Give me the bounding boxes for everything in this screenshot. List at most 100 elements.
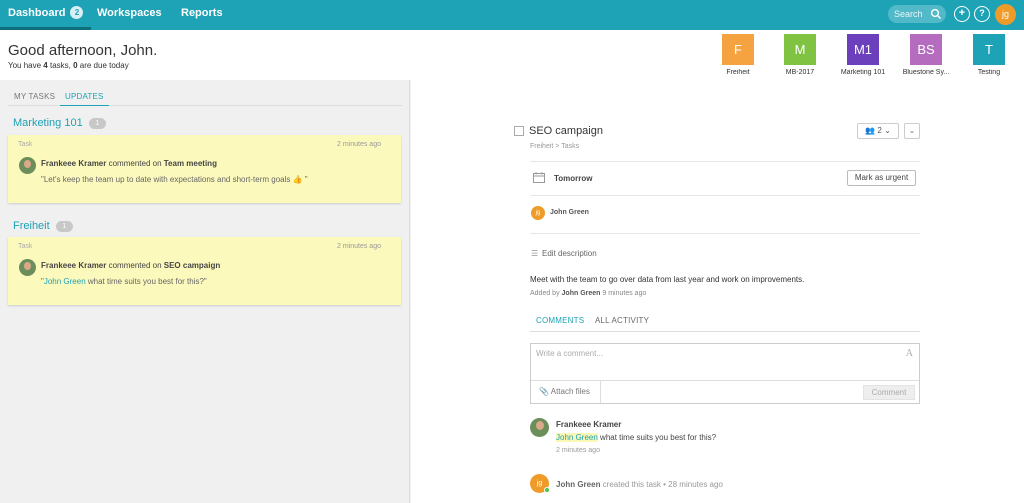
card-action: commented on	[106, 261, 164, 270]
search-box[interactable]	[888, 5, 946, 23]
members-icon: 👥	[865, 126, 876, 135]
card-mention[interactable]: John Green	[44, 277, 86, 286]
members-button[interactable]: 👥 2 ⌄	[857, 123, 899, 139]
added-prefix: Added by	[530, 290, 562, 297]
updates-panel: MY TASKS UPDATES Marketing 101 1 Task 2 m…	[0, 80, 410, 503]
add-icon[interactable]: +	[954, 6, 970, 22]
top-nav-bar: Dashboard 2 Workspaces Reports + ? jg	[0, 0, 1024, 30]
comment-author[interactable]: Frankeee Kramer	[556, 420, 621, 429]
mark-urgent-button[interactable]: Mark as urgent	[847, 170, 916, 186]
workspace-tile[interactable]: F Freiheit	[706, 34, 770, 76]
attach-files-button[interactable]: 📎 Attach files	[531, 381, 601, 403]
card-type: Task	[18, 141, 33, 148]
comment-composer: A 📎 Attach files Comment	[530, 343, 920, 404]
divider	[530, 195, 920, 196]
more-options-button[interactable]: ⌄	[904, 123, 920, 139]
greeting-subtitle: You have 4 tasks, 0 are due today	[8, 61, 129, 70]
card-headline: Frankeee Kramer commented on SEO campaig…	[41, 261, 220, 270]
activity-author[interactable]: John Green	[556, 480, 600, 489]
workspace-initials: BS	[910, 34, 942, 65]
workspace-initials: M	[784, 34, 816, 65]
edit-description-link[interactable]: Edit description	[542, 249, 597, 258]
divider	[530, 331, 920, 332]
subtitle-prefix: You have	[8, 61, 44, 70]
added-by-user: John Green	[561, 290, 601, 297]
group-title[interactable]: Freiheit 1	[13, 220, 73, 232]
chevron-down-icon: ⌄	[908, 126, 916, 135]
workspace-initials: F	[722, 34, 754, 65]
comment-input[interactable]	[531, 344, 919, 381]
attach-files-label: Attach files	[550, 387, 590, 396]
online-status-icon	[544, 487, 550, 493]
avatar	[530, 418, 549, 437]
search-icon	[930, 8, 941, 19]
card-type: Task	[18, 243, 33, 250]
workspace-initials: M1	[847, 34, 879, 65]
nav-reports[interactable]: Reports	[181, 0, 223, 30]
nav-dashboard[interactable]: Dashboard 2	[0, 0, 92, 30]
workspace-tile[interactable]: M1 Marketing 101	[831, 34, 895, 76]
added-by: Added by John Green 9 minutes ago	[530, 290, 646, 297]
due-date[interactable]: Tomorrow	[554, 174, 593, 183]
assignee-name[interactable]: John Green	[550, 209, 589, 216]
breadcrumb[interactable]: Freiheit > Tasks	[530, 143, 579, 150]
avatar	[19, 157, 36, 174]
card-body: "Let's keep the team up to date with exp…	[41, 175, 308, 184]
group-title[interactable]: Marketing 101 1	[13, 117, 106, 129]
help-icon[interactable]: ?	[974, 6, 990, 22]
user-avatar[interactable]: jg	[995, 4, 1016, 25]
text-format-icon[interactable]: A	[906, 348, 913, 359]
comment-mention[interactable]: John Green	[556, 433, 598, 442]
card-time: 2 minutes ago	[337, 141, 381, 148]
greeting-bar: Good afternoon, John. You have 4 tasks, …	[0, 30, 1024, 80]
task-title[interactable]: SEO campaign	[529, 125, 603, 137]
nav-workspaces[interactable]: Workspaces	[97, 0, 162, 30]
card-body-text: what time suits you best for this?"	[85, 277, 207, 286]
card-action: commented on	[106, 159, 164, 168]
tab-comments[interactable]: COMMENTS	[530, 316, 591, 332]
task-description: Meet with the team to go over data from …	[530, 275, 805, 284]
task-complete-checkbox[interactable]	[514, 126, 524, 136]
group-name: Freiheit	[13, 220, 50, 232]
chevron-down-icon: ⌄	[884, 126, 891, 135]
nav-dashboard-label: Dashboard	[8, 7, 66, 19]
left-tabs: MY TASKS UPDATES	[8, 88, 402, 106]
card-body: "John Green what time suits you best for…	[41, 277, 207, 286]
workspace-label: Freiheit	[726, 69, 750, 76]
update-card[interactable]: Task 2 minutes ago Frankeee Kramer comme…	[8, 135, 401, 203]
task-detail-panel: SEO campaign 👥 2 ⌄ ⌄ Freiheit > Tasks To…	[411, 80, 1024, 503]
workspace-tile[interactable]: T Testing	[957, 34, 1021, 76]
divider	[530, 161, 920, 162]
update-card[interactable]: Task 2 minutes ago Frankeee Kramer comme…	[8, 237, 401, 305]
workspace-label: Testing	[977, 69, 1001, 76]
group-count: 1	[55, 221, 73, 232]
activity-time: • 28 minutes ago	[660, 480, 723, 489]
dashboard-badge: 2	[70, 6, 84, 19]
workspace-tile[interactable]: BS Bluestone Sy...	[894, 34, 958, 76]
activity-text: John Green created this task • 28 minute…	[556, 480, 723, 489]
avatar	[19, 259, 36, 276]
tab-my-tasks[interactable]: MY TASKS	[14, 92, 55, 101]
workspace-label: Marketing 101	[840, 69, 886, 76]
subtitle-suffix: are due today	[77, 61, 129, 70]
card-time: 2 minutes ago	[337, 243, 381, 250]
paperclip-icon: 📎	[539, 387, 549, 396]
search-input[interactable]	[894, 7, 932, 21]
greeting-title: Good afternoon, John.	[8, 42, 158, 59]
card-target[interactable]: Team meeting	[164, 159, 217, 168]
tab-updates[interactable]: UPDATES	[60, 92, 109, 106]
tab-all-activity[interactable]: ALL ACTIVITY	[595, 316, 649, 325]
card-target[interactable]: SEO campaign	[164, 261, 220, 270]
comment-text: John Green what time suits you best for …	[556, 433, 716, 442]
workspace-initials: T	[973, 34, 1005, 65]
card-author: Frankeee Kramer	[41, 261, 107, 270]
group-name: Marketing 101	[13, 117, 83, 129]
workspace-tile[interactable]: M MB-2017	[768, 34, 832, 76]
group-count: 1	[88, 118, 106, 129]
added-time: 9 minutes ago	[600, 290, 647, 297]
workspace-label: MB-2017	[785, 69, 815, 76]
comment-submit-button[interactable]: Comment	[863, 385, 915, 400]
activity-action: created this task	[600, 480, 661, 489]
assignee-avatar[interactable]: jg	[531, 206, 545, 220]
workspace-label: Bluestone Sy...	[902, 69, 950, 76]
